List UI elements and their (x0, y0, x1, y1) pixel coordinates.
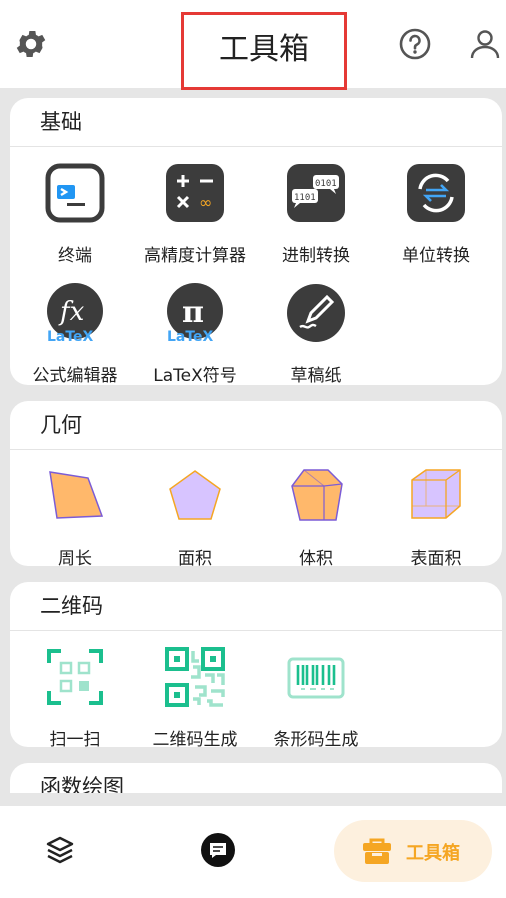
top-bar: 工具箱 (0, 0, 506, 90)
tool-label: 二维码生成 (152, 730, 238, 747)
surface-area-icon (411, 469, 461, 519)
tool-label: 单位转换 (402, 246, 470, 266)
tool-label: LaTeX符号 (153, 366, 237, 385)
draft-paper-icon (287, 284, 345, 342)
base-conversion-icon: 0101 1101 (287, 164, 345, 222)
tool-surface-area[interactable]: 表面积 (376, 466, 496, 566)
tool-label: 表面积 (410, 549, 462, 566)
svg-text:∞: ∞ (199, 193, 212, 212)
tool-unit-conversion[interactable]: 单位转换 (376, 163, 496, 266)
section-basic: 基础 终端 ∞ 高精度计算器 0101 1101 进制转换 单位转换 fx La… (10, 98, 502, 385)
svg-text:fx: fx (58, 297, 85, 327)
tool-label: 扫一扫 (49, 730, 101, 747)
unit-conversion-icon (407, 164, 465, 222)
volume-icon (291, 469, 343, 521)
tool-area[interactable]: 面积 (135, 466, 255, 566)
section-qrcode: 二维码 扫一扫 二维码生成 条形码生成 (10, 582, 502, 747)
tool-label: 周长 (58, 549, 92, 566)
svg-text:π: π (182, 295, 204, 330)
perimeter-icon (49, 471, 104, 519)
tool-perimeter[interactable]: 周长 (15, 466, 135, 566)
tool-label: 面积 (178, 549, 212, 566)
tool-label: 公式编辑器 (32, 366, 118, 385)
toolbox-icon (363, 838, 391, 864)
section-title: 几何 (10, 401, 502, 450)
page-title: 工具箱 (181, 12, 347, 90)
tool-label: 高精度计算器 (144, 246, 246, 266)
tool-scan[interactable]: 扫一扫 (15, 647, 135, 747)
tool-volume[interactable]: 体积 (256, 466, 376, 566)
latex-badge: LaTeX (167, 329, 214, 343)
qr-generate-icon (165, 647, 225, 707)
barcode-generate-icon (287, 657, 345, 699)
tool-formula-editor[interactable]: fx LaTeX 公式编辑器 (15, 283, 135, 385)
tool-label: 草稿纸 (290, 366, 342, 385)
section-function-plot: 函数绘图 (10, 763, 502, 793)
section-title: 二维码 (10, 582, 502, 631)
formula-editor-icon: fx LaTeX (47, 283, 103, 345)
tool-terminal[interactable]: 终端 (15, 163, 135, 266)
user-account-icon[interactable] (467, 26, 503, 62)
layers-tab-icon[interactable] (44, 834, 76, 866)
bottom-navigation: 工具箱 (0, 806, 506, 898)
section-title: 基础 (10, 98, 502, 147)
settings-gear-icon[interactable] (13, 26, 49, 62)
svg-text:1101: 1101 (294, 193, 316, 203)
terminal-icon (45, 163, 105, 223)
tool-barcode-generate[interactable]: 条形码生成 (256, 647, 376, 747)
tool-list[interactable]: 基础 终端 ∞ 高精度计算器 0101 1101 进制转换 单位转换 fx La… (0, 88, 506, 793)
tool-label: 进制转换 (282, 246, 350, 266)
tool-draft-paper[interactable]: 草稿纸 (256, 283, 376, 385)
toolbox-tab-label: 工具箱 (406, 843, 460, 864)
tool-base-conversion[interactable]: 0101 1101 进制转换 (256, 163, 376, 266)
area-icon (169, 470, 221, 520)
scan-icon (47, 649, 103, 705)
section-title: 函数绘图 (10, 763, 502, 793)
tool-label: 条形码生成 (273, 730, 359, 747)
tool-label: 体积 (299, 549, 333, 566)
tool-qr-generate[interactable]: 二维码生成 (135, 647, 255, 747)
help-icon[interactable] (397, 26, 433, 62)
section-geometry: 几何 周长 面积 体积 表面积 (10, 401, 502, 566)
toolbox-tab-active[interactable]: 工具箱 (334, 820, 492, 882)
tool-calculator[interactable]: ∞ 高精度计算器 (135, 163, 255, 266)
svg-text:0101: 0101 (315, 179, 337, 189)
chat-tab-icon[interactable] (200, 832, 236, 868)
calculator-icon: ∞ (166, 164, 224, 222)
latex-symbol-icon: π LaTeX (167, 283, 223, 345)
latex-badge: LaTeX (47, 329, 94, 343)
tool-label: 终端 (58, 246, 92, 266)
tool-latex-symbol[interactable]: π LaTeX LaTeX符号 (135, 283, 255, 385)
